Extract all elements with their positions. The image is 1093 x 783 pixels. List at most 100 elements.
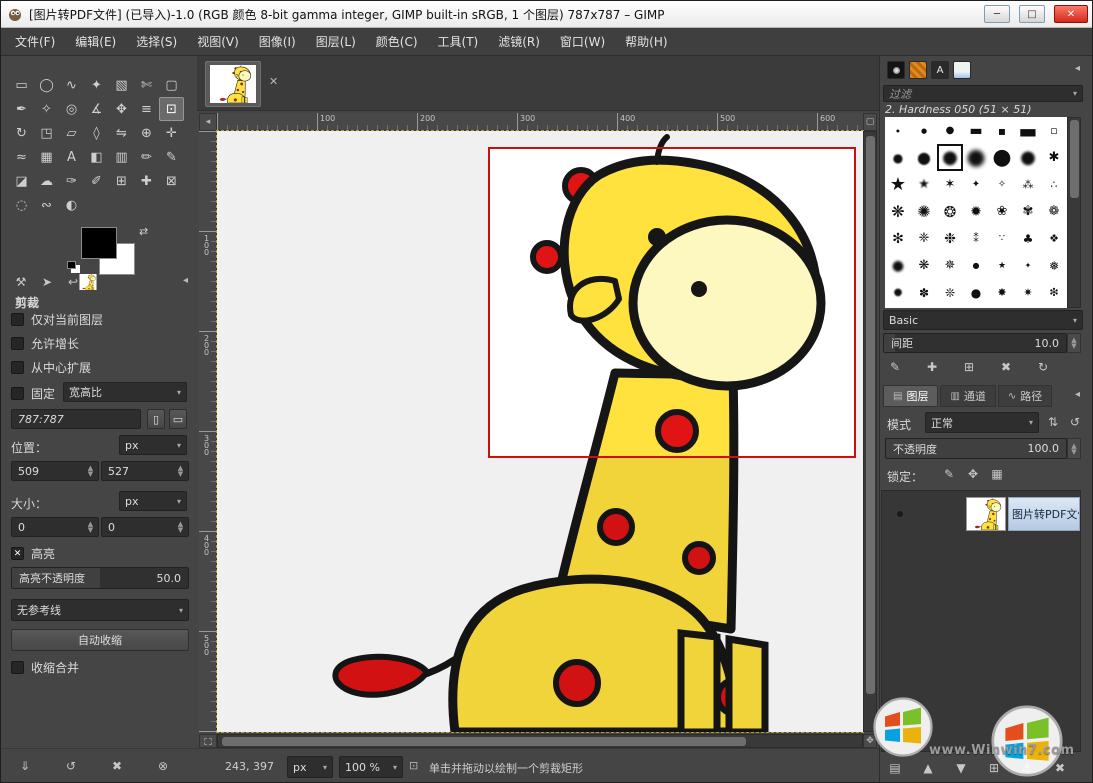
brush-cell[interactable]: ● [937,117,963,144]
brush-cell[interactable]: ★ [885,171,911,198]
brush-cell[interactable]: ✽ [911,279,937,306]
image-tab-thumb-icon[interactable] [79,274,97,290]
portrait-orientation-button[interactable]: ▯ [147,409,165,429]
tool-unified-transform[interactable]: ⊕ [134,121,159,145]
titlebar[interactable]: [图片转PDF文件] (已导入)-1.0 (RGB 颜色 8-bit gamma… [1,1,1093,28]
tool-measure[interactable]: ∡ [84,97,109,121]
tool-shear[interactable]: ▱ [59,121,84,145]
brush-filter-combo[interactable]: 过滤 [883,85,1083,102]
auto-shrink-button[interactable]: 自动收缩 [11,629,189,651]
tool-free-select[interactable]: ∿ [59,73,84,97]
landscape-orientation-button[interactable]: ▭ [169,409,187,429]
tool-color-picker[interactable]: ✧ [34,97,59,121]
maximize-button[interactable]: □ [1019,5,1045,23]
current-layer-only-checkbox[interactable] [11,313,24,326]
brush-cell[interactable]: ● [911,144,937,171]
close-button[interactable]: ✕ [1054,5,1088,23]
brush-cell[interactable]: ● [963,144,989,171]
menu-item-7[interactable]: 工具(T) [428,28,489,55]
tool-clone[interactable]: ⊞ [109,169,134,193]
tool-scale[interactable]: ◳ [34,121,59,145]
crop-selection-rectangle[interactable] [488,147,856,458]
tool-warp-transform[interactable]: ≈ [9,145,34,169]
brush-cell[interactable]: ⁂ [1015,171,1041,198]
layer-name[interactable]: 图片转PDF文件 [1008,497,1080,531]
brush-cell[interactable]: ❀ [989,198,1015,225]
spinner-arrows[interactable] [1069,337,1080,349]
tool-heal[interactable]: ✚ [134,169,159,193]
v-ruler[interactable]: 100200300400500600 [199,131,217,732]
brush-cell[interactable]: ❉ [937,225,963,252]
dock-menu-icon[interactable]: ◂ [183,275,188,286]
tool-cage-transform[interactable]: ▦ [34,145,59,169]
tool-text[interactable]: A [59,145,84,169]
size-unit-combo[interactable]: px [119,491,187,511]
brush-cell[interactable]: ✷ [1015,279,1041,306]
tool-flip[interactable]: ⇋ [109,121,134,145]
tool-eraser[interactable]: ◪ [9,169,34,193]
restore-preset-button[interactable]: ↺ [61,757,81,775]
brush-cell[interactable]: ❁ [1041,198,1067,225]
dock-menu-icon[interactable]: ◂ [1075,63,1080,74]
tool-fuzzy-select[interactable]: ✦ [84,73,109,97]
menu-item-2[interactable]: 选择(S) [126,28,187,55]
brush-cell[interactable]: ❇ [1041,279,1067,306]
statusbar-unit-combo[interactable]: px [287,756,333,778]
brush-cell[interactable]: ● [885,117,911,144]
layer-opacity-slider[interactable]: 不透明度 100.0 [885,438,1067,459]
brush-cell[interactable]: ● [937,144,963,171]
tool-blur-sharpen[interactable]: ◌ [9,193,34,217]
position-x-input[interactable]: 509 [11,461,99,481]
lock-position-button[interactable]: ✥ [963,465,983,483]
brush-cell[interactable]: ✦ [1015,252,1041,279]
layer-row[interactable]: 图片转PDF文件 [884,494,1078,534]
tool-mypaint-brush[interactable]: ✐ [84,169,109,193]
tool-dodge-burn[interactable]: ◐ [59,193,84,217]
tool-select-by-color[interactable]: ▧ [109,73,134,97]
tool-ellipse-select[interactable]: ◯ [34,73,59,97]
v-scrollbar[interactable] [863,131,877,732]
tool-perspective[interactable]: ◊ [84,121,109,145]
brush-grid-scrollbar[interactable] [1067,117,1081,308]
tool-paths[interactable]: ✒ [9,97,34,121]
size-height-input[interactable]: 0 [101,517,189,537]
tool-move[interactable]: ✥ [109,97,134,121]
brush-cell[interactable]: ● [885,144,911,171]
quick-mask-toggle[interactable] [199,734,217,748]
dock-menu-icon[interactable]: ◂ [1075,389,1080,400]
brush-spacing-slider[interactable]: 间距 10.0 [883,333,1067,353]
fixed-rule-combo[interactable]: 宽高比 [63,382,187,402]
h-scrollbar-thumb[interactable] [222,737,746,746]
brush-cell[interactable]: ▪ [989,117,1015,144]
brush-cell[interactable]: ✸ [989,279,1015,306]
tool-airbrush[interactable]: ☁ [34,169,59,193]
dock-tab-layers[interactable]: ▤图层 [883,385,938,407]
expand-from-center-checkbox[interactable] [11,361,24,374]
brush-group-combo[interactable]: Basic [883,310,1083,330]
spinner-arrows[interactable] [85,465,96,477]
brush-cell[interactable]: ● [1015,144,1041,171]
size-width-input[interactable]: 0 [11,517,99,537]
menu-item-10[interactable]: 帮助(H) [615,28,677,55]
save-preset-button[interactable]: ⇓ [15,757,35,775]
switch-mode-button[interactable]: ⇅ [1043,413,1063,431]
brush-cell[interactable]: ▬ [1015,117,1041,144]
reset-mode-button[interactable]: ↺ [1065,413,1085,431]
brush-cell[interactable]: ✶ [937,171,963,198]
tool-align[interactable]: ≡ [134,97,159,121]
brush-cell[interactable]: ✦ [963,171,989,198]
brush-cell[interactable]: ✵ [937,252,963,279]
lock-alpha-button[interactable]: ▦ [987,465,1007,483]
shrink-merged-checkbox[interactable] [11,661,24,674]
tool-pencil[interactable]: ✏ [134,145,159,169]
edit-brush-button[interactable]: ✎ [885,358,905,376]
brush-cell[interactable]: ✹ [963,198,989,225]
document-history-dock-tab[interactable] [953,61,971,79]
menu-item-8[interactable]: 滤镜(R) [488,28,550,55]
lower-layer-button[interactable]: ▼ [951,759,971,777]
foreground-color-swatch[interactable] [81,227,117,259]
spinner-arrows[interactable] [175,521,186,533]
new-brush-button[interactable]: ✚ [922,358,942,376]
brush-cell[interactable]: ✾ [1015,198,1041,225]
position-unit-combo[interactable]: px [119,435,187,455]
